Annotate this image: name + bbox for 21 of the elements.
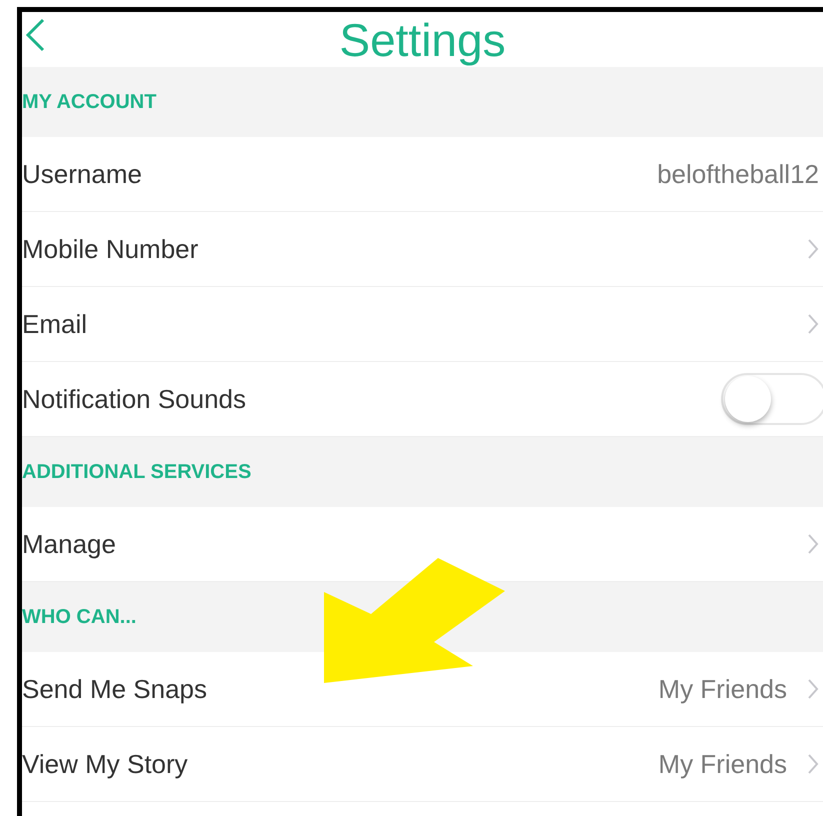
back-icon[interactable]: [24, 18, 46, 52]
section-title: MY ACCOUNT: [22, 90, 156, 115]
row-label: Username: [22, 158, 142, 190]
chevron-right-icon: [807, 753, 819, 775]
chevron-right-icon: [807, 313, 819, 335]
row-label: Mobile Number: [22, 232, 198, 266]
toggle-knob: [725, 376, 771, 422]
row-label: Notification Sounds: [22, 382, 246, 416]
section-title: ADDITIONAL SERVICES: [22, 460, 252, 485]
chevron-right-icon: [807, 533, 819, 555]
row-value: beloftheball12: [657, 158, 819, 190]
chevron-right-icon: [807, 678, 819, 700]
row-value: My Friends: [658, 748, 787, 780]
chevron-right-icon: [807, 238, 819, 260]
toggle-switch[interactable]: [721, 373, 823, 425]
row-value: My Friends: [658, 672, 787, 706]
row-label: View My Story: [22, 748, 188, 780]
row-label: Manage: [22, 528, 116, 560]
row-label: Send Me Snaps: [22, 672, 208, 706]
row-label: Email: [22, 308, 88, 340]
section-title: WHO CAN...: [22, 605, 136, 630]
